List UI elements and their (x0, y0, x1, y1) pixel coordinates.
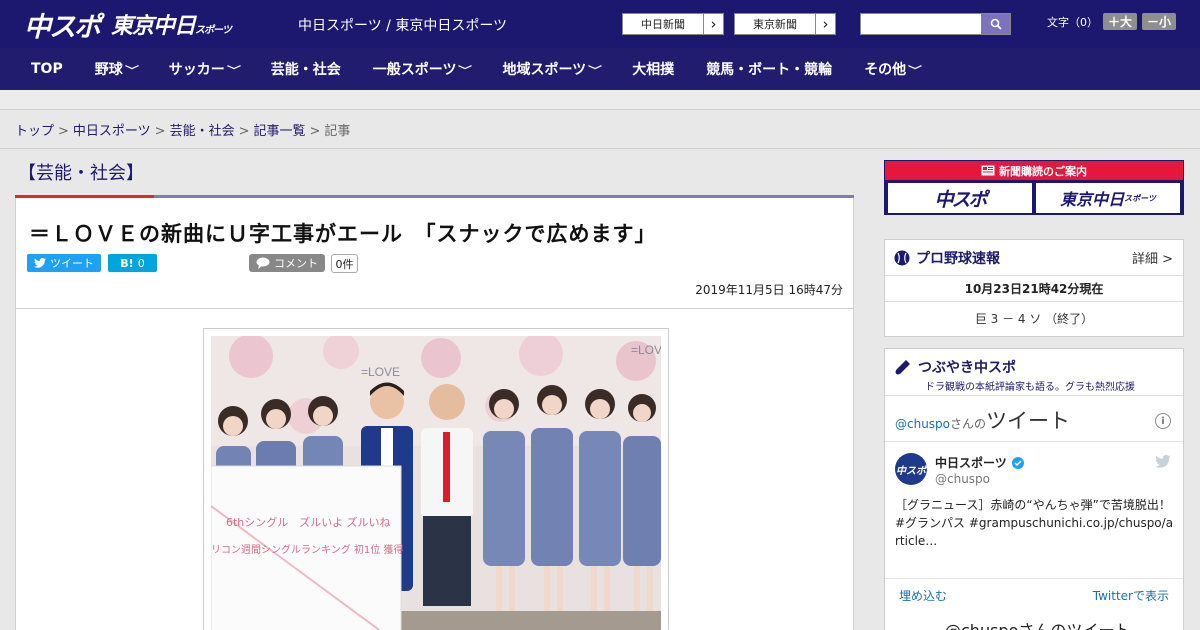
chevron-right-icon: › (815, 14, 835, 34)
font-size-minus-button[interactable]: －小 (1142, 13, 1177, 30)
font-size-label: 文字（0） (1047, 15, 1098, 29)
logo-chuspo[interactable]: 中スポ (24, 5, 101, 44)
search-button[interactable] (981, 14, 1010, 34)
divider (16, 308, 853, 309)
breadcrumb-current: 記事 (324, 124, 351, 139)
avatar[interactable]: 中スポ (895, 453, 927, 485)
chuspo-logo: 中スポ (888, 183, 1032, 213)
baseball-score-box: プロ野球速報 詳細 > 10月23日21時42分現在 巨 3 － 4 ソ （終了… (884, 239, 1184, 337)
photo-banner-text: =LOVE (361, 365, 400, 379)
font-size-plus-button[interactable]: ＋大 (1103, 13, 1138, 30)
main-nav: TOP 野球 ﹀ サッカー ﹀ 芸能・社会 一般スポーツ ﹀ 地域スポーツ ﹀ 大相撲 … (0, 48, 1200, 90)
chevron-down-icon: ﹀ (588, 65, 603, 77)
embed-link[interactable]: 埋め込む (899, 587, 947, 604)
nav-item-baseball[interactable]: 野球 ﹀ (79, 48, 153, 90)
view-on-twitter-link[interactable]: Twitterで表示 (1093, 587, 1169, 604)
breadcrumb-entertainment[interactable]: 芸能・社会 (170, 124, 235, 139)
chevron-down-icon: ﹀ (124, 65, 139, 77)
baseball-update-time: 10月23日21時42分現在 (964, 282, 1104, 296)
site-logo[interactable]: 中スポ 東京中日スポーツ (24, 8, 232, 43)
info-icon[interactable]: i (1155, 413, 1171, 429)
twitter-bird-icon[interactable] (1155, 455, 1171, 468)
search-input[interactable] (861, 14, 981, 34)
photo-scene: =LOVE =LOVE (211, 336, 661, 630)
breadcrumb-top[interactable]: トップ (15, 124, 54, 139)
tweet-button[interactable]: ツイート (27, 254, 101, 272)
article-photo[interactable]: =LOVE =LOVE (203, 328, 669, 630)
chevron-down-icon: ﹀ (908, 65, 923, 77)
search-box (860, 13, 1011, 35)
breadcrumb: トップ > 中日スポーツ > 芸能・社会 > 記事一覧 > 記事 (15, 124, 351, 139)
subscription-title: 新聞購読のご案内 (999, 164, 1087, 178)
megaphone-icon (895, 360, 910, 375)
tsubuyaki-title: つぶやき中スポ (918, 360, 1016, 376)
tsubuyaki-box: つぶやき中スポ ドラ観戦の本紙評論家も語る。グラも熱烈応援 @chuspo さん… (884, 348, 1184, 630)
nav-item-local-sports[interactable]: 地域スポーツ ﹀ (486, 48, 616, 90)
nav-item-top[interactable]: TOP (15, 48, 79, 90)
verified-badge-icon (1011, 456, 1024, 469)
chunichi-shimbun-link[interactable]: 中日新聞 › (622, 13, 724, 35)
speech-bubble-icon (256, 257, 270, 269)
nav-item-racing[interactable]: 競馬・ボート・競輪 (690, 48, 848, 90)
twitter-header-handle[interactable]: @chuspo (895, 417, 950, 431)
font-size-control: 文字（0） ＋大 －小 (1047, 13, 1177, 30)
chevron-down-icon: ﹀ (458, 65, 473, 77)
nav-item-general-sports[interactable]: 一般スポーツ ﹀ (357, 48, 487, 90)
nav-item-entertainment[interactable]: 芸能・社会 (255, 48, 357, 90)
nav-item-soccer[interactable]: サッカー ﹀ (153, 48, 255, 90)
hatena-icon: B! (120, 256, 134, 270)
twitter-footer-link[interactable]: @chuspoさんのツイート (945, 617, 1130, 630)
site-title: 中日スポーツ / 東京中日スポーツ (298, 18, 508, 34)
comment-count: 0件 (331, 254, 358, 273)
nav-item-other[interactable]: その他 ﹀ (848, 48, 936, 90)
game-score[interactable]: 巨 3 － 4 ソ （終了） (885, 310, 1183, 327)
breadcrumb-chunichi-sports[interactable]: 中日スポーツ (73, 124, 151, 139)
tweet-text: ［グラニュース］赤崎の“やんちゃ弾”で苦境脱出！#グランパス #grampusc… (895, 498, 1174, 548)
photo-sign-line1: 6thシングル ズルいよ ズルいね (226, 515, 391, 529)
twitter-header-label: ツイート (986, 409, 1071, 433)
sub-bar (0, 90, 1200, 110)
newspaper-icon (981, 165, 995, 176)
divider (0, 148, 1200, 149)
top-header: 中スポ 東京中日スポーツ 中日スポーツ / 東京中日スポーツ 中日新聞 › 東京… (0, 0, 1200, 48)
hatena-bookmark-button[interactable]: B! 0 (108, 254, 157, 272)
category-heading: 【芸能・社会】 (18, 163, 144, 184)
twitter-timeline-header: @chuspo さんの ツイート (895, 405, 1070, 435)
logo-tokyo-chunichi[interactable]: 東京中日スポーツ (111, 8, 232, 40)
subscription-banner[interactable]: 新聞購読のご案内 中スポ 東京中日 スポーツ (884, 160, 1184, 215)
baseball-icon (894, 250, 910, 266)
tweet-item[interactable]: 中スポ 中日スポーツ @chuspo ［グラニュース］赤崎の“やんちゃ弾”で苦境… (885, 442, 1183, 578)
chevron-down-icon: ﹀ (226, 65, 241, 77)
tokyo-shimbun-link[interactable]: 東京新聞 › (734, 13, 836, 35)
hatena-count: 0 (137, 256, 145, 270)
comment-button[interactable]: コメント (249, 254, 325, 272)
photo-sign-line2: リコン週間シングルランキング 初1位 獲得 (211, 543, 403, 556)
article-date: 2019年11月5日 16時47分 (695, 283, 843, 297)
nav-item-sumo[interactable]: 大相撲 (616, 48, 690, 90)
twitter-bird-icon (34, 258, 46, 268)
article-card: ＝ＬＯＶＥの新曲にＵ字工事がエール 「スナックで広めます」 ツイート B! 0 … (15, 198, 854, 630)
baseball-title: プロ野球速報 (916, 251, 1000, 267)
photo-banner-text: =LOVE (631, 343, 661, 357)
tokyo-chunichi-logo: 東京中日 スポーツ (1036, 183, 1180, 213)
baseball-detail-link[interactable]: 詳細 > (1132, 248, 1173, 267)
tweet-author-handle[interactable]: @chuspo (935, 472, 990, 486)
article-photo-image: =LOVE =LOVE (211, 336, 661, 630)
chevron-right-icon: › (703, 14, 723, 34)
article-headline: ＝ＬＯＶＥの新曲にＵ字工事がエール 「スナックで広めます」 (29, 222, 657, 246)
search-icon (990, 18, 1002, 30)
tweet-author-name[interactable]: 中日スポーツ (935, 454, 1007, 471)
tsubuyaki-subtitle: ドラ観戦の本紙評論家も語る。グラも熱烈応援 (925, 382, 1135, 393)
breadcrumb-article-list[interactable]: 記事一覧 (254, 124, 306, 139)
